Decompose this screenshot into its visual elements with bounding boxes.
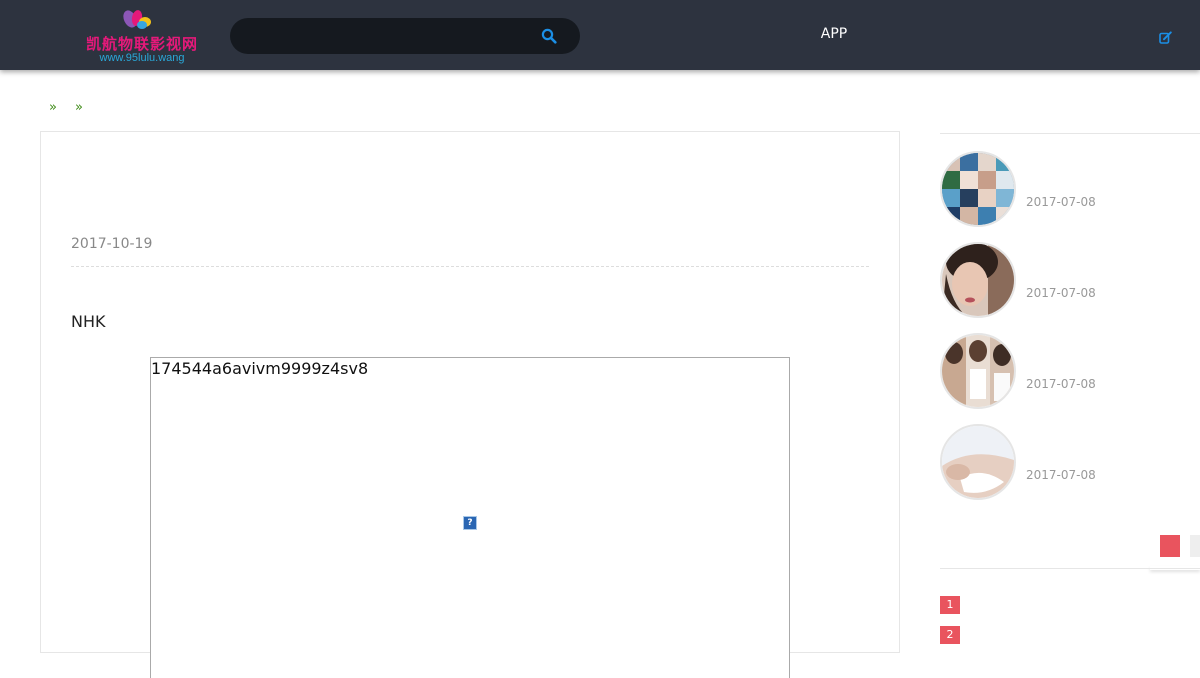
embed-alt-text: 174544a6avivm9999z4sv8 <box>151 359 369 378</box>
flower-logo-icon <box>123 10 151 29</box>
photo-thumbnail-icon <box>942 335 1014 407</box>
site-header: 凯航物联影视网 www.95lulu.wang APP <box>0 0 1200 70</box>
broken-image-icon: ? <box>463 516 477 530</box>
site-logo[interactable]: 凯航物联影视网 www.95lulu.wang <box>76 8 206 66</box>
sidebar-item[interactable]: 2017-07-08 <box>940 424 1200 504</box>
article-panel: 2017-10-19 NHK 174544a6avivm9999z4sv8 ? <box>40 131 900 678</box>
thumbnail-image[interactable] <box>940 424 1016 500</box>
item-date: 2017-07-08 <box>1026 377 1096 391</box>
rank-badge: 2 <box>940 626 960 644</box>
nav-app-link[interactable]: APP <box>810 26 858 42</box>
collage-thumbnail-icon <box>942 153 1014 225</box>
sidebar-item[interactable]: 2017-07-08 <box>940 151 1200 231</box>
thumbnail-image[interactable] <box>940 242 1016 318</box>
post-date: 2017-10-19 <box>71 236 153 252</box>
search-icon[interactable] <box>541 28 557 44</box>
item-date: 2017-07-08 <box>1026 468 1096 482</box>
sidebar-item[interactable]: 2017-07-08 <box>940 333 1200 413</box>
divider <box>940 568 1200 569</box>
post-body-text: NHK <box>71 312 106 331</box>
edit-icon[interactable] <box>1159 31 1172 44</box>
sidebar-item[interactable]: 2017-07-08 <box>940 242 1200 322</box>
search-bar <box>230 18 580 56</box>
breadcrumb-separator: » <box>49 100 57 115</box>
divider <box>71 266 869 267</box>
site-url: www.95lulu.wang <box>99 52 185 64</box>
thumbnail-image[interactable] <box>940 333 1016 409</box>
sidebar: 2017-07-08 2017-07-08 2017-07-08 2017-07… <box>940 133 1200 644</box>
rank-badge: 1 <box>940 596 960 614</box>
portrait-thumbnail-icon <box>942 244 1014 316</box>
breadcrumb: »» <box>49 100 101 115</box>
search-input[interactable] <box>246 18 540 56</box>
item-date: 2017-07-08 <box>1026 286 1096 300</box>
photo-thumbnail-icon <box>942 426 1014 498</box>
breadcrumb-separator: » <box>75 100 83 115</box>
tab-inactive-marker[interactable] <box>1190 535 1200 557</box>
tab-active-marker[interactable] <box>1160 535 1180 557</box>
thumbnail-image[interactable] <box>940 151 1016 227</box>
item-date: 2017-07-08 <box>1026 195 1096 209</box>
site-name: 凯航物联影视网 <box>85 35 198 53</box>
